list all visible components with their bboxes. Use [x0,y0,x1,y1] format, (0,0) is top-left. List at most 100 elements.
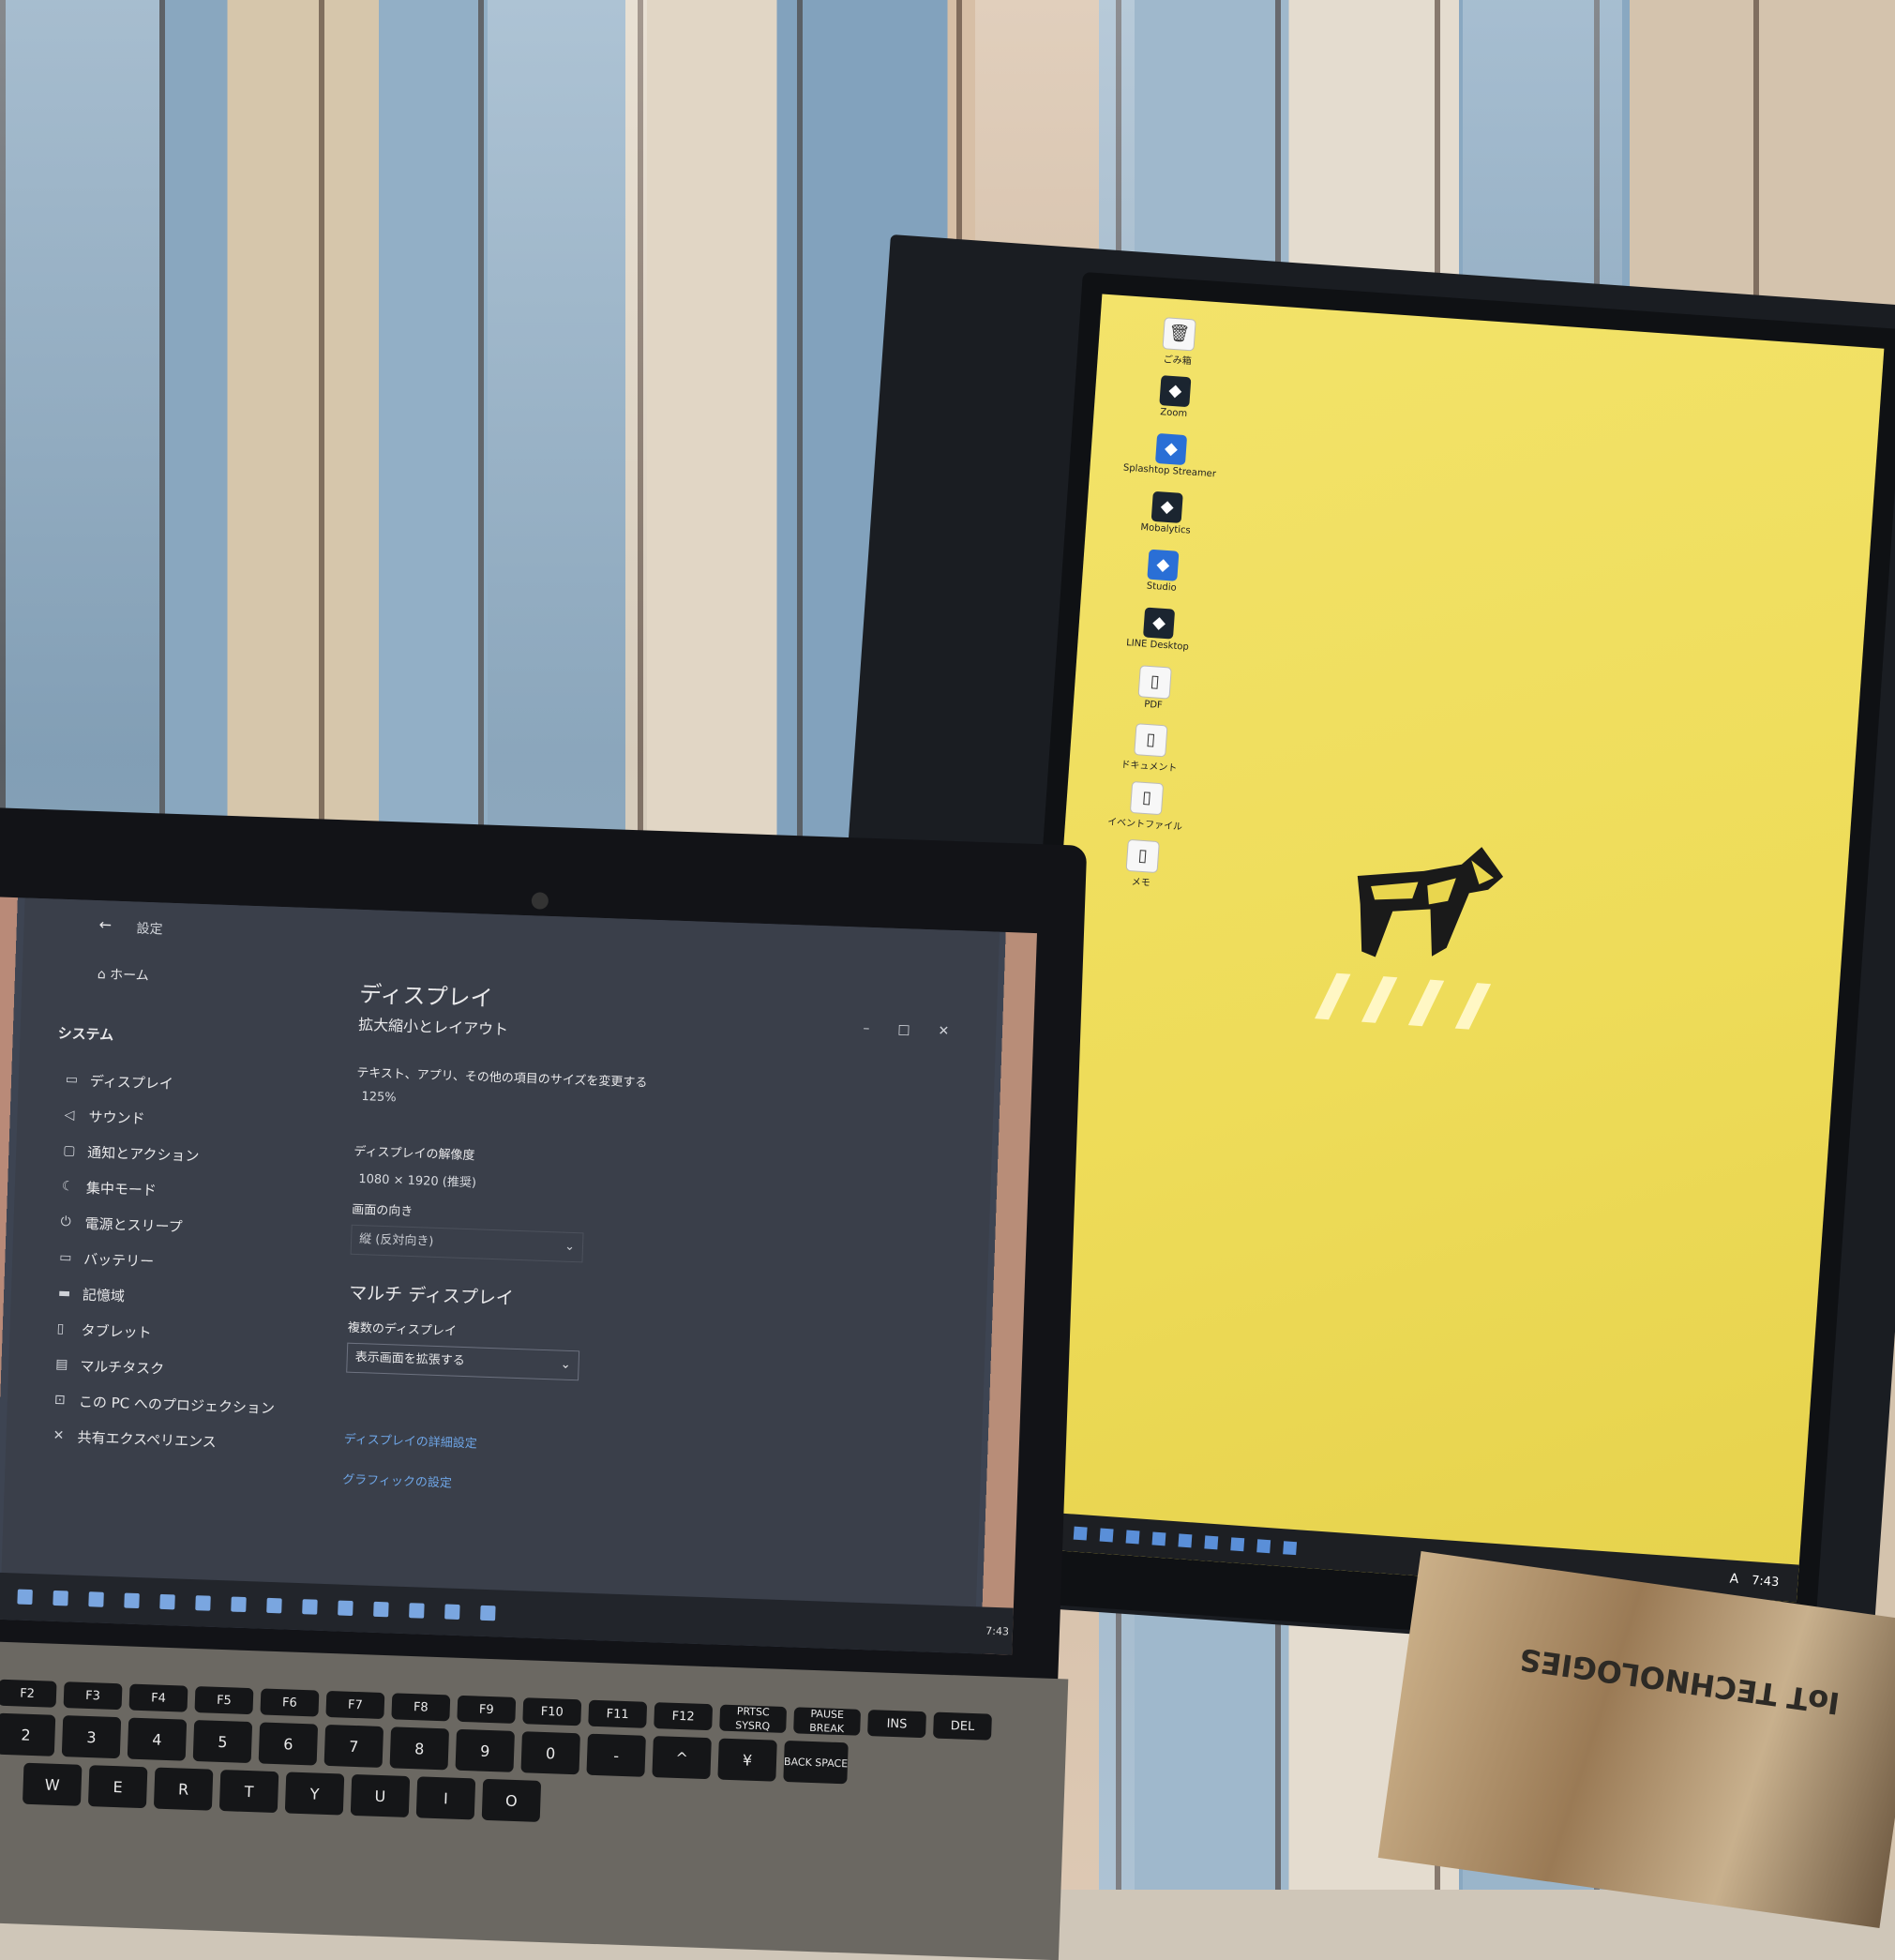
file-icon: ▯ [1134,723,1168,758]
search-icon[interactable] [17,1589,33,1606]
app-icon: ◆ [1151,490,1183,523]
settings-icon[interactable] [266,1597,282,1614]
desktop-icon[interactable]: ◆ Mobalytics [1113,489,1220,549]
store-icon[interactable] [1178,1533,1193,1548]
orientation-dropdown[interactable]: 縦 (反対向き) ⌄ [350,1224,584,1263]
explorer-icon[interactable] [88,1591,104,1607]
desktop-icon[interactable]: ▯ メモ [1089,837,1196,897]
desktop-icon[interactable]: ◆ Zoom [1121,372,1228,432]
edge-icon[interactable] [231,1596,247,1613]
keyboard-key[interactable]: T [218,1769,279,1814]
keyboard-key[interactable]: BACK SPACE [783,1740,849,1785]
keyboard-key[interactable]: E [87,1765,148,1809]
keyboard-key[interactable]: INS [867,1710,926,1739]
firefox-icon[interactable] [1256,1539,1271,1554]
monitor-desktop[interactable]: 🗑 ごみ箱 ◆ Zoom ◆ Splashtop Streamer ◆ Mobalytics ◆… [1014,294,1885,1603]
advanced-display-link[interactable]: ディスプレイの詳細設定 [343,1429,925,1468]
keyboard-key[interactable]: Y [284,1772,345,1816]
keyboard-key[interactable]: F6 [260,1688,320,1717]
edge-icon[interactable] [1125,1530,1140,1545]
orientation-value: 縦 (反対向き) [358,1232,434,1249]
keyboard-key[interactable]: - [586,1733,646,1777]
keyboard-key[interactable]: F5 [194,1686,254,1715]
nav-item-label: サウンド [88,1108,145,1127]
settings-main: ディスプレイ 拡大縮小とレイアウト テキスト、アプリ、その他の項目のサイズを変更… [342,975,941,1507]
zoom-icon: ◆ [1159,375,1192,408]
keyboard-key[interactable]: I [415,1776,476,1820]
keyboard-key[interactable]: F2 [0,1679,57,1708]
keyboard-key[interactable]: 6 [258,1722,319,1766]
pdf-icon[interactable] [480,1605,496,1621]
keyboard-key[interactable]: W [22,1762,83,1806]
chrome-icon[interactable] [338,1600,353,1617]
keyboard-key[interactable]: 2 [0,1712,56,1756]
nav-item-label: ディスプレイ [89,1072,174,1093]
keyboard-key[interactable]: PAUSE BREAK [792,1707,862,1736]
keyboard-key[interactable]: 4 [127,1717,188,1761]
desktop-icon-label: イベントファイル [1106,817,1183,833]
desktop-icon[interactable]: ◆ Splashtop Streamer [1117,430,1224,490]
keyboard-key[interactable]: PRTSC SYSRQ [719,1704,787,1733]
excel-icon[interactable] [124,1592,140,1609]
keyboard-key[interactable]: 3 [61,1715,122,1759]
vscode-icon[interactable] [159,1593,175,1610]
word-icon[interactable] [444,1604,460,1621]
desktop-icon[interactable]: ▯ PDF [1101,663,1208,723]
multi-display-dropdown[interactable]: 表示画面を拡張する ⌄ [346,1342,580,1381]
taskview-icon[interactable] [1099,1528,1114,1543]
multitask-icon: ▤ [55,1356,68,1373]
desktop-icon[interactable]: ▯ ドキュメント [1097,720,1204,780]
keyboard-key[interactable]: U [350,1773,411,1818]
nav-item-label: 共有エクスペリエンス [77,1428,218,1451]
desktop-icon[interactable]: ▯ イベントファイル [1092,778,1199,838]
keyboard-key[interactable]: F4 [128,1683,188,1712]
keyboard-key[interactable]: F8 [391,1693,451,1722]
keyboard-key[interactable]: F7 [325,1690,385,1720]
taskbar-clock[interactable]: 7:43 [1752,1574,1798,1591]
keyboard-key[interactable]: 0 [520,1731,580,1775]
chrome-icon[interactable] [1283,1541,1298,1556]
taskview-icon[interactable] [53,1590,68,1606]
desktop-icon-label: メモ [1131,877,1151,889]
graphics-settings-link[interactable]: グラフィックの設定 [342,1470,924,1508]
keyboard-key[interactable]: 8 [389,1726,450,1771]
keyboard-key[interactable]: F9 [457,1695,517,1724]
keyboard-key[interactable]: F3 [63,1681,123,1711]
back-arrow-icon[interactable]: ← [98,915,112,933]
keyboard-key[interactable]: DEL [933,1711,992,1741]
store-icon[interactable] [373,1601,389,1618]
search-icon[interactable] [1073,1526,1088,1541]
mail-icon[interactable] [409,1603,425,1619]
desktop-icon[interactable]: ◆ LINE Desktop [1105,605,1211,665]
keyboard-key[interactable]: ¥ [717,1738,777,1782]
nav-home[interactable]: ⌂ ホーム [98,964,342,991]
desktop-icon[interactable]: ◆ Studio [1109,547,1216,607]
nav-item-label: 集中モード [85,1179,158,1199]
webcam-icon [531,892,549,910]
ime-indicator[interactable]: A [1729,1572,1752,1589]
keyboard-key[interactable]: 9 [455,1728,515,1772]
mail-icon[interactable] [1204,1535,1219,1550]
keyboard-key[interactable]: F11 [588,1699,648,1728]
desktop-icon-label: ドキュメント [1120,760,1178,775]
settings-icon[interactable] [1230,1537,1245,1552]
taskbar-clock[interactable]: 7:43 [985,1624,1009,1637]
cortana-icon[interactable] [195,1595,211,1611]
desktop-icon-label: Studio [1146,580,1178,594]
desktop-icon-label: Splashtop Streamer [1122,462,1217,480]
desktop-icon-label: LINE Desktop [1125,638,1190,653]
keyboard-key[interactable]: F12 [654,1702,714,1731]
desktop-icon[interactable]: 🗑 ごみ箱 [1125,315,1232,375]
keyboard-key[interactable]: ^ [652,1736,712,1780]
keyboard-key[interactable]: 5 [192,1719,253,1764]
keyboard-key[interactable]: R [153,1767,214,1811]
firefox-icon[interactable] [302,1599,318,1615]
explorer-icon[interactable] [1151,1531,1166,1546]
multi-display-title: マルチ ディスプレイ [348,1282,515,1309]
keyboard-key[interactable]: 7 [323,1724,384,1769]
storage-icon: ▬ [57,1285,71,1302]
laptop-keyboard-deck: F2 F3 F4 F5 F6 F7 F8 F9 F10 F11 F12 PRTSC SYSRQ PAUS… [0,1641,1069,1960]
keyboard-key[interactable]: F10 [522,1697,582,1726]
hexagon-icon: ◆ [1154,432,1188,466]
keyboard-key[interactable]: O [481,1778,542,1822]
